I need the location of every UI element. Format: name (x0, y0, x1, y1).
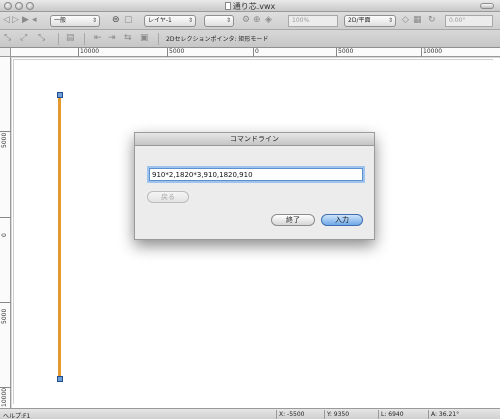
ruler-tick (167, 48, 168, 57)
ruler-tick (0, 302, 11, 303)
zoom-field[interactable]: 100% (288, 15, 338, 27)
projection-icon[interactable]: ▦ (413, 13, 422, 27)
finish-button[interactable]: 終了 (271, 214, 315, 226)
separator (84, 33, 85, 45)
selected-line[interactable] (58, 95, 61, 380)
class-select[interactable]: 一般 ⇕ (50, 15, 100, 27)
view-select[interactable]: 2D/平面 ⇕ (344, 15, 396, 27)
ruler-tick (421, 48, 422, 57)
settings-icon[interactable]: ▣ (140, 31, 149, 45)
ruler-label: 0 (1, 233, 8, 237)
command-line-dialog: コマンドライン 戻る 終了 入力 (134, 132, 375, 240)
status-bar: ヘルプ:F1 X: -5500 Y: 9350 L: 6940 A: 36.21… (0, 408, 500, 419)
length-readout: L: 6940 (378, 410, 428, 419)
ruler-tick (78, 48, 79, 57)
polygon-mode-icon[interactable]: ⤡ (38, 31, 45, 45)
ruler-top[interactable]: 10000 5000 0 5000 10000 (11, 48, 500, 57)
enter-button[interactable]: 入力 (321, 214, 363, 226)
selection-handle-top[interactable] (57, 92, 63, 98)
sheet-select[interactable]: ⇕ (204, 15, 234, 27)
arrow-icon[interactable]: ◂ (32, 13, 37, 27)
forward-arrow-icon[interactable]: ▷ (12, 13, 19, 27)
snap-icon[interactable]: ⚙ (242, 13, 250, 27)
distribute-icon[interactable]: ⇆ (124, 31, 132, 45)
ruler-label: 5000 (1, 132, 8, 148)
separator (58, 33, 59, 45)
ruler-label: 5000 (338, 48, 354, 55)
rotation-field[interactable]: 0.00° (445, 15, 493, 27)
ruler-left[interactable]: 5000 0 5000 10000 (0, 57, 11, 408)
document-icon (224, 2, 231, 10)
mode-bar: ⤡ ⤢ ⤡ ▤ ⇤ ⇥ ⇆ ▣ 2Dセレクションポインタ: 矩形モード (0, 30, 500, 48)
layer-options-icon[interactable]: ▢ (124, 13, 133, 27)
window-title: 通り芯.vwx (0, 1, 500, 12)
y-coordinate: Y: 9350 (324, 410, 378, 419)
layer-select[interactable]: レイヤ-1 ⇕ (144, 15, 196, 27)
flyover-icon[interactable]: ⊕ (253, 13, 261, 27)
ruler-tick (0, 387, 11, 388)
layers-icon[interactable]: ⊜ (112, 13, 120, 27)
rect-mode-icon[interactable]: ⤡ (4, 31, 11, 45)
perspective-icon[interactable]: ◇ (402, 13, 409, 27)
rotate-icon[interactable]: ↻ (428, 13, 436, 27)
toolbar-toggle-button[interactable] (480, 3, 494, 9)
render-icon[interactable]: ◈ (265, 13, 272, 27)
title-bar: 通り芯.vwx (0, 0, 500, 12)
ruler-label: 10000 (80, 48, 100, 55)
view-bar: ◁ ▷ ▶ ◂ 一般 ⇕ ⊜ ▢ レイヤ-1 ⇕ ⇕ ⚙ ⊕ ◈ 100% 2D/平… (0, 12, 500, 30)
separator (158, 33, 159, 45)
help-hint: ヘルプ:F1 (3, 413, 31, 419)
back-button[interactable]: 戻る (147, 191, 189, 203)
back-arrow-icon[interactable]: ◁ (3, 13, 10, 27)
ruler-tick (336, 48, 337, 57)
tool-mode-label: 2Dセレクションポインタ: 矩形モード (166, 36, 269, 43)
ruler-label: 5000 (169, 48, 185, 55)
selection-handle-bottom[interactable] (57, 376, 63, 382)
forward-icon[interactable]: ▶ (22, 13, 29, 27)
lasso-mode-icon[interactable]: ⤢ (20, 31, 27, 45)
ruler-origin[interactable] (0, 48, 11, 57)
ruler-tick (0, 131, 11, 132)
angle-readout: A: 36.21° (428, 410, 496, 419)
dialog-title: コマンドライン (135, 133, 374, 146)
ruler-tick (0, 217, 11, 218)
align-left-icon[interactable]: ⇤ (94, 31, 102, 45)
ruler-label: 0 (255, 48, 259, 55)
command-input[interactable] (149, 168, 363, 181)
grid-mode-icon[interactable]: ▤ (66, 31, 75, 45)
ruler-label: 10000 (1, 387, 8, 407)
ruler-label: 5000 (1, 308, 8, 324)
x-coordinate: X: -5500 (276, 410, 324, 419)
ruler-label: 10000 (423, 48, 443, 55)
ruler-tick (253, 48, 254, 57)
align-center-icon[interactable]: ⇥ (108, 31, 116, 45)
